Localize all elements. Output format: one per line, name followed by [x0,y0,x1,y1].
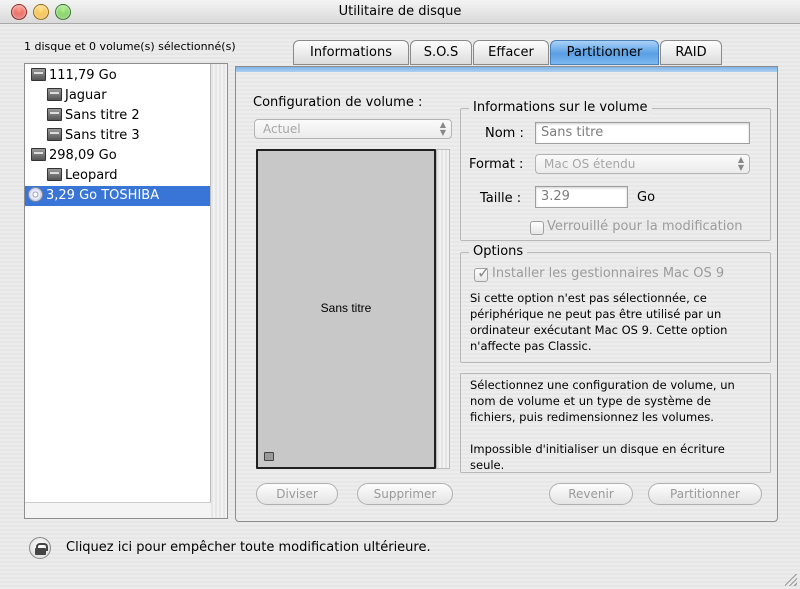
checkmark-icon: ✓ [477,263,491,282]
help-box: Sélectionnez une configuration de volume… [460,373,771,473]
hard-disk-icon [31,68,46,81]
volume-config-label: Configuration de volume : [253,95,423,110]
volume-map-scrollbar[interactable] [436,149,450,469]
cd-icon [28,187,43,202]
volume-icon [47,128,62,141]
install-drivers-checkbox[interactable]: ✓ [474,263,490,282]
help-description: Sélectionnez une configuration de volume… [470,377,735,425]
split-button[interactable]: Diviser [256,483,338,505]
tab-partitionner[interactable]: Partitionner [550,40,659,65]
volume-icon [47,108,62,121]
options-desc-line: n'affecte pas Classic. [470,339,592,353]
size-label: Taille : [480,191,522,206]
disk-item-label: 298,09 Go [49,148,117,163]
lock-icon [264,452,274,461]
options-group: Options ✓ Installer les gestionnaires Ma… [460,244,771,363]
delete-button[interactable]: Supprimer [357,483,453,505]
volume-config-value: Actuel [263,122,301,136]
options-desc-line: Si cette option n'est pas sélectionnée, … [470,291,707,305]
popup-arrows-icon: ▲ ▼ [439,120,446,137]
revert-button[interactable]: Revenir [549,483,633,505]
volume-item-label: Sans titre 3 [65,128,140,143]
volume-item-label: Jaguar [65,88,107,103]
tab-informations[interactable]: Informations [293,40,409,65]
disk-item-label: 3,29 Go TOSHIBA [46,188,160,203]
name-label: Nom : [485,126,524,141]
install-drivers-label: Installer les gestionnaires Mac OS 9 [492,266,725,281]
sidebar-vertical-scrollbar[interactable] [210,64,227,518]
help-desc-line: nom de volume et un type de système de [470,394,712,408]
options-desc-line: ordinateur exécutant Mac OS 9. Cette opt… [470,323,728,337]
resize-grip-icon[interactable] [785,574,797,586]
format-value: Mac OS étendu [544,157,636,171]
lock-hint-text: Cliquez ici pour empêcher toute modifica… [66,540,431,555]
options-title: Options [469,244,528,259]
volume-map-name: Sans titre [320,301,372,315]
disk-item-111gb[interactable]: 111,79 Go [31,66,117,86]
options-description: Si cette option n'est pas sélectionnée, … [470,290,727,354]
volume-item-jaguar[interactable]: Jaguar [47,86,107,106]
partition-button[interactable]: Partitionner [648,483,762,505]
options-desc-line: périphérique ne peut pas être utilisé pa… [470,307,722,321]
size-unit-label: Go [637,190,656,205]
help-desc-line: Impossible d'initialiser un disque en éc… [470,442,725,456]
disk-item-298gb[interactable]: 298,09 Go [31,146,117,166]
volume-item-label: Leopard [65,168,118,183]
format-popup[interactable]: Mac OS étendu ▲ ▼ [535,154,750,174]
locked-label: Verrouillé pour la modification [547,219,743,234]
volume-icon [47,88,62,101]
disk-utility-window: Utilitaire de disque 1 disque et 0 volum… [0,0,800,589]
format-label: Format : [469,157,524,172]
volume-info-title: Informations sur le volume [469,100,652,115]
title-bar[interactable]: Utilitaire de disque [0,0,800,24]
tab-raid[interactable]: RAID [660,40,722,65]
selection-count-label: 1 disque et 0 volume(s) sélectionné(s) [24,40,236,53]
volume-item-sans-titre-3[interactable]: Sans titre 3 [47,126,140,146]
disk-item-toshiba[interactable]: 3,29 Go TOSHIBA [25,186,210,206]
sidebar-horizontal-scrollbar[interactable] [25,502,211,518]
disk-item-label: 111,79 Go [49,68,117,83]
hard-disk-icon [31,148,46,161]
help-desc-line: Sélectionnez une configuration de volume… [470,378,735,392]
tab-panel-accent [236,67,777,72]
locked-checkbox[interactable] [530,221,544,235]
popup-arrows-icon: ▲ ▼ [737,155,744,172]
disk-list: 111,79 Go Jaguar Sans titre 2 Sans titre… [24,63,228,519]
lock-button[interactable] [29,537,51,559]
volume-layout-map[interactable]: Sans titre [256,149,436,469]
help-desc-line: seule. [470,458,505,472]
help-desc-line: fichiers, puis redimensionnez les volume… [470,410,714,424]
partition-panel: Configuration de volume : Actuel ▲ ▼ Sans… [235,66,778,522]
volume-size-field[interactable]: 3.29 [535,186,628,208]
volume-item-leopard[interactable]: Leopard [47,166,118,186]
volume-item-sans-titre-2[interactable]: Sans titre 2 [47,106,140,126]
help-readonly-note: Impossible d'initialiser un disque en éc… [470,441,725,473]
window-title: Utilitaire de disque [338,4,462,19]
volume-item-label: Sans titre 2 [65,108,140,123]
volume-config-popup[interactable]: Actuel ▲ ▼ [254,119,452,139]
tab-sos[interactable]: S.O.S [410,40,472,65]
volume-info-group: Informations sur le volume Nom : Sans ti… [460,100,771,241]
volume-icon [47,168,62,181]
tab-effacer[interactable]: Effacer [473,40,549,65]
volume-name-field[interactable]: Sans titre [535,122,750,144]
